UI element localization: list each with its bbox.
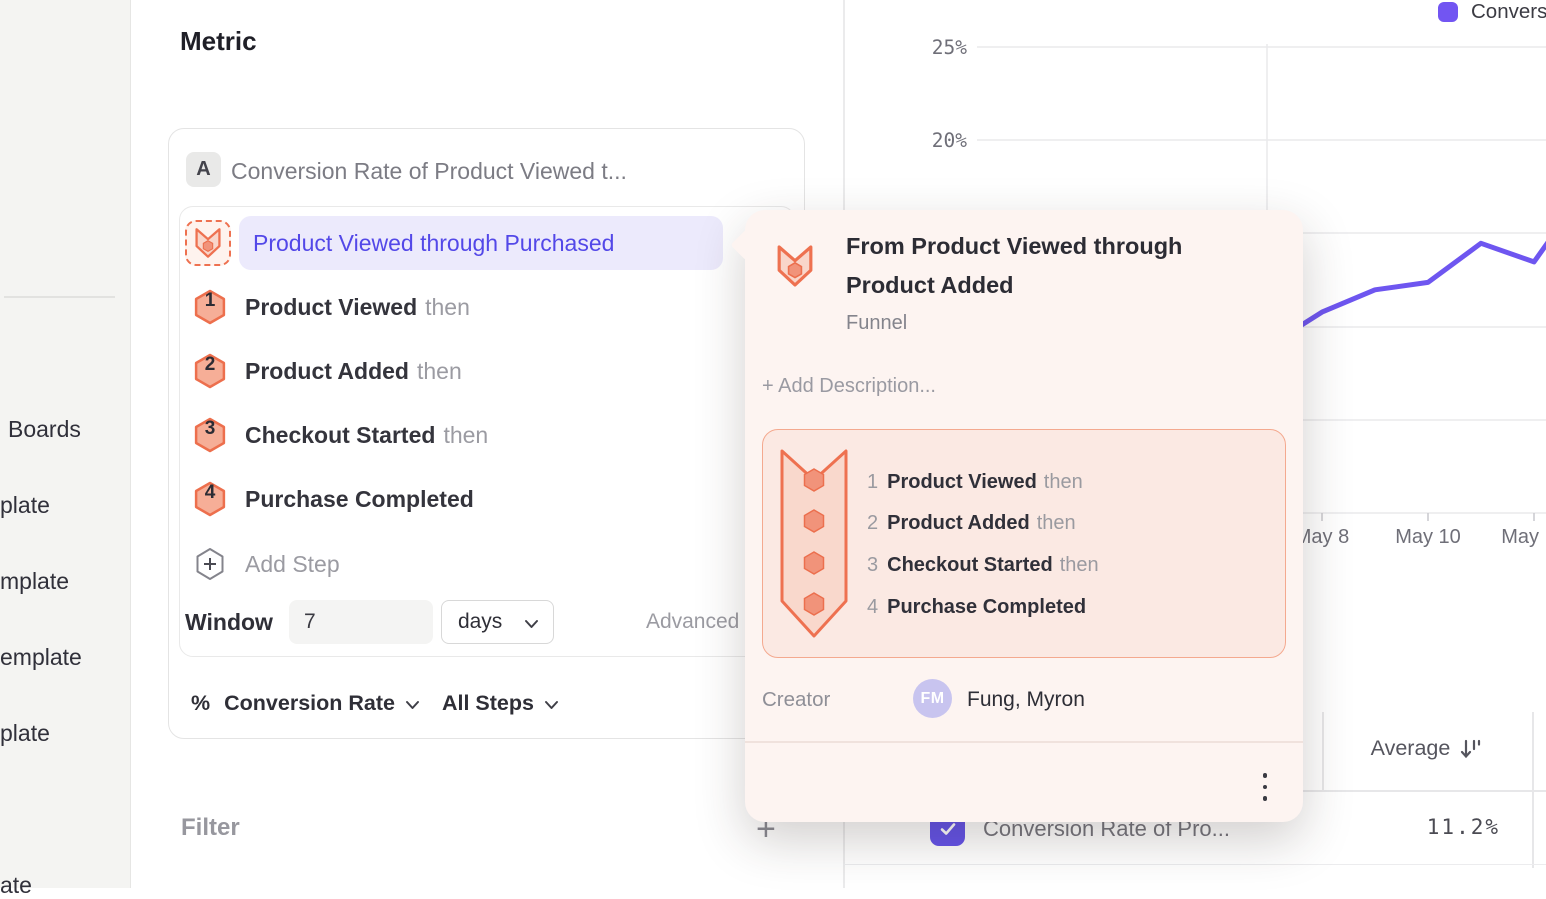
more-options-kebab-menu[interactable]: [1245, 763, 1285, 811]
conversion-rate-line: [1269, 240, 1546, 346]
step-4-hexagon-badge: 4: [192, 479, 228, 519]
measure-row: % Conversion Rate All Steps: [191, 686, 781, 720]
window-unit-select[interactable]: days: [441, 600, 554, 644]
filter-section-title: Filter: [181, 814, 240, 842]
conversion-window-row: Window days Advanced: [185, 600, 785, 644]
step-3-hexagon-badge: 3: [192, 415, 228, 455]
funnel-steps-box: Product Viewed through Purchased 1 Produ…: [179, 206, 795, 657]
funnel-banner-icon: [779, 448, 849, 640]
x-axis-ticks: [1322, 513, 1534, 521]
popover-title: From Product Viewed through Product Adde…: [846, 227, 1266, 305]
step-1-number: 1: [192, 290, 228, 312]
average-column-header[interactable]: Average: [1332, 736, 1522, 761]
creator-name: Fung, Myron: [967, 688, 1085, 712]
popover-step-3-name: Checkout Started: [887, 554, 1053, 577]
step-1-then: then: [425, 294, 470, 321]
popover-step-1: 1 Product Viewed then: [867, 467, 1083, 497]
popover-step-3: 3 Checkout Started then: [867, 550, 1099, 580]
measure-type-select[interactable]: Conversion Rate: [224, 691, 395, 716]
funnel-details-popover: From Product Viewed through Product Adde…: [745, 210, 1303, 822]
sidebar-item-template5[interactable]: ate: [0, 872, 32, 899]
sidebar-item-template1[interactable]: plate: [0, 492, 50, 519]
popover-step-3-number: 3: [867, 554, 878, 577]
add-description-button[interactable]: + Add Description...: [762, 375, 936, 398]
creator-avatar: FM: [913, 679, 952, 718]
chevron-down-icon[interactable]: [544, 700, 559, 710]
step-1-name: Product Viewed: [245, 294, 417, 321]
advanced-toggle[interactable]: Advanced: [646, 610, 739, 634]
chevron-down-icon[interactable]: [405, 700, 420, 710]
creator-label: Creator: [762, 688, 830, 712]
popover-divider: [745, 741, 1303, 743]
window-unit-value: days: [458, 610, 502, 634]
popover-step-4-name: Purchase Completed: [887, 596, 1086, 619]
funnel-metric-icon[interactable]: [185, 220, 231, 266]
step-4-name: Purchase Completed: [245, 486, 474, 513]
y-tick-20: 20%: [903, 129, 967, 152]
step-2-then: then: [417, 358, 462, 385]
metric-series-name[interactable]: Conversion Rate of Product Viewed t...: [231, 158, 627, 185]
sidebar-item-template2[interactable]: mplate: [0, 568, 69, 595]
add-step-button[interactable]: Add Step: [192, 544, 492, 584]
funnel-step-1[interactable]: 1 Product Viewed then: [192, 287, 772, 327]
sidebar: Boards plate mplate emplate plate ate: [0, 0, 131, 888]
popover-step-4: 4 Purchase Completed: [867, 592, 1093, 622]
step-3-number: 3: [192, 418, 228, 440]
sidebar-divider: [4, 296, 115, 298]
popover-metric-type: Funnel: [846, 312, 907, 335]
popover-step-1-number: 1: [867, 471, 878, 494]
chart-legend[interactable]: Conversion Rate: [1438, 0, 1546, 24]
sidebar-item-template3[interactable]: emplate: [0, 644, 82, 671]
funnel-step-2[interactable]: 2 Product Added then: [192, 351, 772, 391]
steps-scope-select[interactable]: All Steps: [442, 691, 534, 716]
popover-step-2-then: then: [1037, 512, 1076, 535]
step-4-number: 4: [192, 482, 228, 504]
x-tick-may12: May 12: [1489, 526, 1546, 549]
window-label: Window: [185, 609, 273, 636]
popover-step-1-name: Product Viewed: [887, 471, 1037, 494]
sidebar-item-template4[interactable]: plate: [0, 720, 50, 747]
sort-descending-icon: [1459, 738, 1483, 760]
chevron-down-icon: [524, 619, 539, 629]
percent-icon: %: [191, 691, 210, 716]
add-step-hexagon-icon: [192, 544, 228, 584]
step-1-hexagon-badge: 1: [192, 287, 228, 327]
step-2-name: Product Added: [245, 358, 409, 385]
metric-card: A Conversion Rate of Product Viewed t...…: [168, 128, 805, 739]
popover-step-4-number: 4: [867, 596, 878, 619]
popover-step-3-then: then: [1060, 554, 1099, 577]
popover-step-1-then: then: [1044, 471, 1083, 494]
legend-swatch: [1438, 2, 1458, 22]
metric-section-title: Metric: [180, 26, 257, 57]
series-row-average-value: 11.2%: [1332, 815, 1500, 839]
sidebar-item-boards[interactable]: Boards: [8, 416, 81, 443]
funnel-icon-large: [776, 243, 814, 289]
funnel-icon: [194, 227, 222, 259]
add-step-label: Add Step: [245, 551, 340, 578]
step-2-number: 2: [192, 354, 228, 376]
step-2-hexagon-badge: 2: [192, 351, 228, 391]
popover-funnel-summary-box: 1 Product Viewed then 2 Product Added th…: [762, 429, 1286, 658]
average-header-label: Average: [1371, 736, 1451, 761]
funnel-step-3[interactable]: 3 Checkout Started then: [192, 415, 772, 455]
step-3-name: Checkout Started: [245, 422, 435, 449]
series-letter-badge: A: [186, 152, 221, 187]
step-3-then: then: [443, 422, 488, 449]
table-row-border: [843, 864, 1546, 865]
legend-label: Conversion Rate: [1471, 0, 1546, 24]
y-tick-25: 25%: [903, 36, 967, 59]
popover-step-2-name: Product Added: [887, 512, 1030, 535]
popover-step-2: 2 Product Added then: [867, 508, 1076, 538]
table-column-divider: [1322, 712, 1324, 790]
funnel-step-4[interactable]: 4 Purchase Completed: [192, 479, 772, 519]
popover-step-2-number: 2: [867, 512, 878, 535]
selected-funnel-step[interactable]: Product Viewed through Purchased: [239, 216, 723, 270]
window-value-input[interactable]: [289, 600, 433, 644]
x-tick-may10: May 10: [1383, 526, 1473, 549]
checkmark-icon: [939, 821, 957, 837]
